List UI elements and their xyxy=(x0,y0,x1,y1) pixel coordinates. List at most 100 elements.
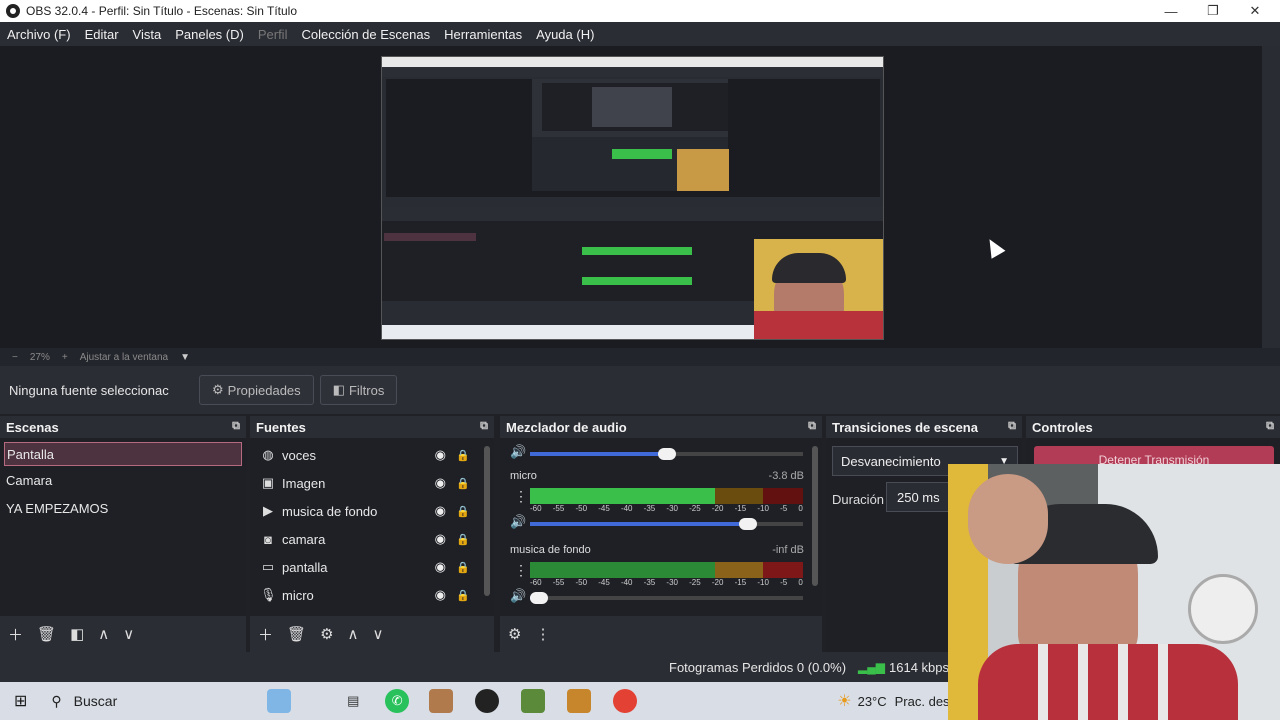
source-properties-button[interactable]: ⚙ xyxy=(320,625,333,643)
scene-item-camara[interactable]: Camara xyxy=(0,466,246,494)
eye-icon[interactable]: ◉ xyxy=(435,531,446,547)
menu-paneles[interactable]: Paneles (D) xyxy=(168,27,251,42)
game-icon[interactable] xyxy=(567,689,592,713)
zoom-in-button[interactable]: + xyxy=(62,352,68,363)
taskbar-search[interactable]: Buscar xyxy=(74,693,118,709)
source-item-pantalla[interactable]: ▭ pantalla ◉ 🔒 xyxy=(250,553,494,581)
meter-tick-label: -30 xyxy=(666,504,678,513)
camera-icon: ◙ xyxy=(264,531,272,547)
undock-icon[interactable]: ⧉ xyxy=(808,420,816,433)
channel-menu-icon[interactable]: ⋮ xyxy=(514,562,528,579)
mixer-channels: 🔊 micro -3.8 dB ⋮ -60 -55 -50 -45 -40 -35 -30-… xyxy=(500,438,822,616)
channel-menu-icon[interactable]: ⋮ xyxy=(514,488,528,505)
minecraft-icon[interactable] xyxy=(521,689,546,713)
speaker-icon[interactable]: 🔊 xyxy=(510,588,526,604)
minimize-button[interactable]: — xyxy=(1150,0,1192,22)
meter-ticks: -60 -55 -50 -45 -40 -35 -30 -25 -20 -15 -10 -5 0 xyxy=(530,578,803,588)
eye-icon[interactable]: ◉ xyxy=(435,475,446,491)
menu-editar[interactable]: Editar xyxy=(78,27,126,42)
move-up-button[interactable]: ∧ xyxy=(348,625,359,643)
volume-fader[interactable] xyxy=(530,518,803,530)
lock-icon[interactable]: 🔒 xyxy=(456,505,470,518)
source-item-musica-de-fondo[interactable]: ▶ musica de fondo ◉ 🔒 xyxy=(250,497,494,525)
eye-icon[interactable]: ◉ xyxy=(435,559,446,575)
close-button[interactable]: ✕ xyxy=(1234,0,1276,22)
app-icon[interactable] xyxy=(429,689,454,713)
mixer-scrollbar[interactable] xyxy=(812,446,818,586)
lock-icon[interactable]: 🔒 xyxy=(456,477,470,490)
lock-icon[interactable]: 🔒 xyxy=(456,449,470,462)
advanced-audio-gear-icon[interactable]: ⚙ xyxy=(508,625,521,643)
transitions-header: Transiciones de escena ⧉ xyxy=(826,416,1022,438)
meter-tick-label: -40 xyxy=(620,504,633,513)
chevron-down-icon[interactable]: ▼ xyxy=(180,352,190,363)
volume-fader[interactable] xyxy=(530,448,803,460)
channel-name: micro xyxy=(510,470,537,482)
meter-tick-label: -25 xyxy=(689,504,701,513)
windows-start-icon[interactable]: ⊞ xyxy=(14,691,27,711)
move-down-button[interactable]: ∨ xyxy=(123,625,134,643)
bottle-app-icon[interactable] xyxy=(267,689,292,713)
transitions-title: Transiciones de escena xyxy=(832,419,978,435)
undock-icon[interactable]: ⧉ xyxy=(232,420,240,433)
scenes-title: Escenas xyxy=(6,419,59,435)
menu-ayuda[interactable]: Ayuda (H) xyxy=(529,27,601,42)
lock-icon[interactable]: 🔒 xyxy=(456,533,470,546)
zoom-bar: − 27% + Ajustar a la ventana ▼ xyxy=(0,348,1280,366)
undock-icon[interactable]: ⧉ xyxy=(1266,420,1274,433)
source-item-imagen[interactable]: ▣ Imagen ◉ 🔒 xyxy=(250,469,494,497)
eye-icon[interactable]: ◉ xyxy=(435,587,446,603)
obs-logo-icon xyxy=(6,4,20,18)
sources-list: ◍ voces ◉ 🔒 ▣ Imagen ◉ 🔒 ▶ musica de fon… xyxy=(250,438,494,616)
filters-button[interactable]: ◧ Filtros xyxy=(319,375,398,405)
eye-icon[interactable]: ◉ xyxy=(435,503,446,519)
controls-header: Controles ⧉ xyxy=(1026,416,1280,438)
preview-scrollbar[interactable] xyxy=(1262,46,1280,348)
gear-icon: ⚙ xyxy=(212,382,224,397)
speaker-icon[interactable]: 🔊 xyxy=(510,444,526,460)
properties-button[interactable]: ⚙ Propiedades xyxy=(199,375,314,405)
remove-source-button[interactable]: 🗑 xyxy=(287,625,306,643)
menu-vista[interactable]: Vista xyxy=(126,27,169,42)
properties-label: Propiedades xyxy=(227,382,301,398)
eye-icon[interactable]: ◉ xyxy=(435,447,446,463)
obs-taskbar-icon[interactable] xyxy=(475,689,500,713)
mixer-menu-icon[interactable]: ⋮ xyxy=(535,625,550,643)
whatsapp-icon[interactable]: ✆ xyxy=(385,689,410,713)
scene-filters-button[interactable]: ◧ xyxy=(70,625,84,643)
zoom-fit-select[interactable]: Ajustar a la ventana xyxy=(80,352,168,363)
meter-tick-label: -5 xyxy=(780,578,788,587)
scene-item-pantalla[interactable]: Pantalla xyxy=(4,442,242,466)
zoom-out-button[interactable]: − xyxy=(12,352,18,363)
speaker-icon[interactable]: 🔊 xyxy=(510,514,526,530)
bitrate: 1614 kbps xyxy=(889,659,949,675)
meter-tick-label: -5 xyxy=(780,504,788,513)
duration-input[interactable]: 250 ms xyxy=(886,482,956,512)
remove-scene-button[interactable]: 🗑 xyxy=(37,625,56,643)
move-down-button[interactable]: ∨ xyxy=(373,625,384,643)
undock-icon[interactable]: ⧉ xyxy=(480,420,488,433)
chrome-icon[interactable] xyxy=(613,689,638,713)
sources-scrollbar[interactable] xyxy=(484,446,490,596)
controls-title: Controles xyxy=(1032,419,1093,435)
add-scene-button[interactable]: ＋ xyxy=(8,624,23,645)
lock-icon[interactable]: 🔒 xyxy=(456,561,470,574)
restore-button[interactable]: ❐ xyxy=(1192,0,1234,22)
source-item-camara[interactable]: ◙ camara ◉ 🔒 xyxy=(250,525,494,553)
volume-fader[interactable] xyxy=(530,592,803,604)
webcam-overlay xyxy=(948,464,1280,720)
add-source-button[interactable]: ＋ xyxy=(258,624,273,645)
menu-archivo[interactable]: Archivo (F) xyxy=(0,27,78,42)
menu-perfil[interactable]: Perfil xyxy=(251,27,295,42)
task-view-icon[interactable]: ▤ xyxy=(341,689,365,713)
meter-tick-label: -15 xyxy=(734,578,747,587)
meter-tick-label: -25 xyxy=(689,578,701,587)
undock-icon[interactable]: ⧉ xyxy=(1008,420,1016,433)
menu-coleccion-escenas[interactable]: Colección de Escenas xyxy=(294,27,437,42)
source-item-voces[interactable]: ◍ voces ◉ 🔒 xyxy=(250,441,494,469)
lock-icon[interactable]: 🔒 xyxy=(456,589,470,602)
move-up-button[interactable]: ∧ xyxy=(98,625,109,643)
source-item-micro[interactable]: 🎙 micro ◉ 🔒 xyxy=(250,581,494,609)
menu-herramientas[interactable]: Herramientas xyxy=(437,27,529,42)
scene-item-ya-empezamos[interactable]: YA EMPEZAMOS xyxy=(0,494,246,522)
